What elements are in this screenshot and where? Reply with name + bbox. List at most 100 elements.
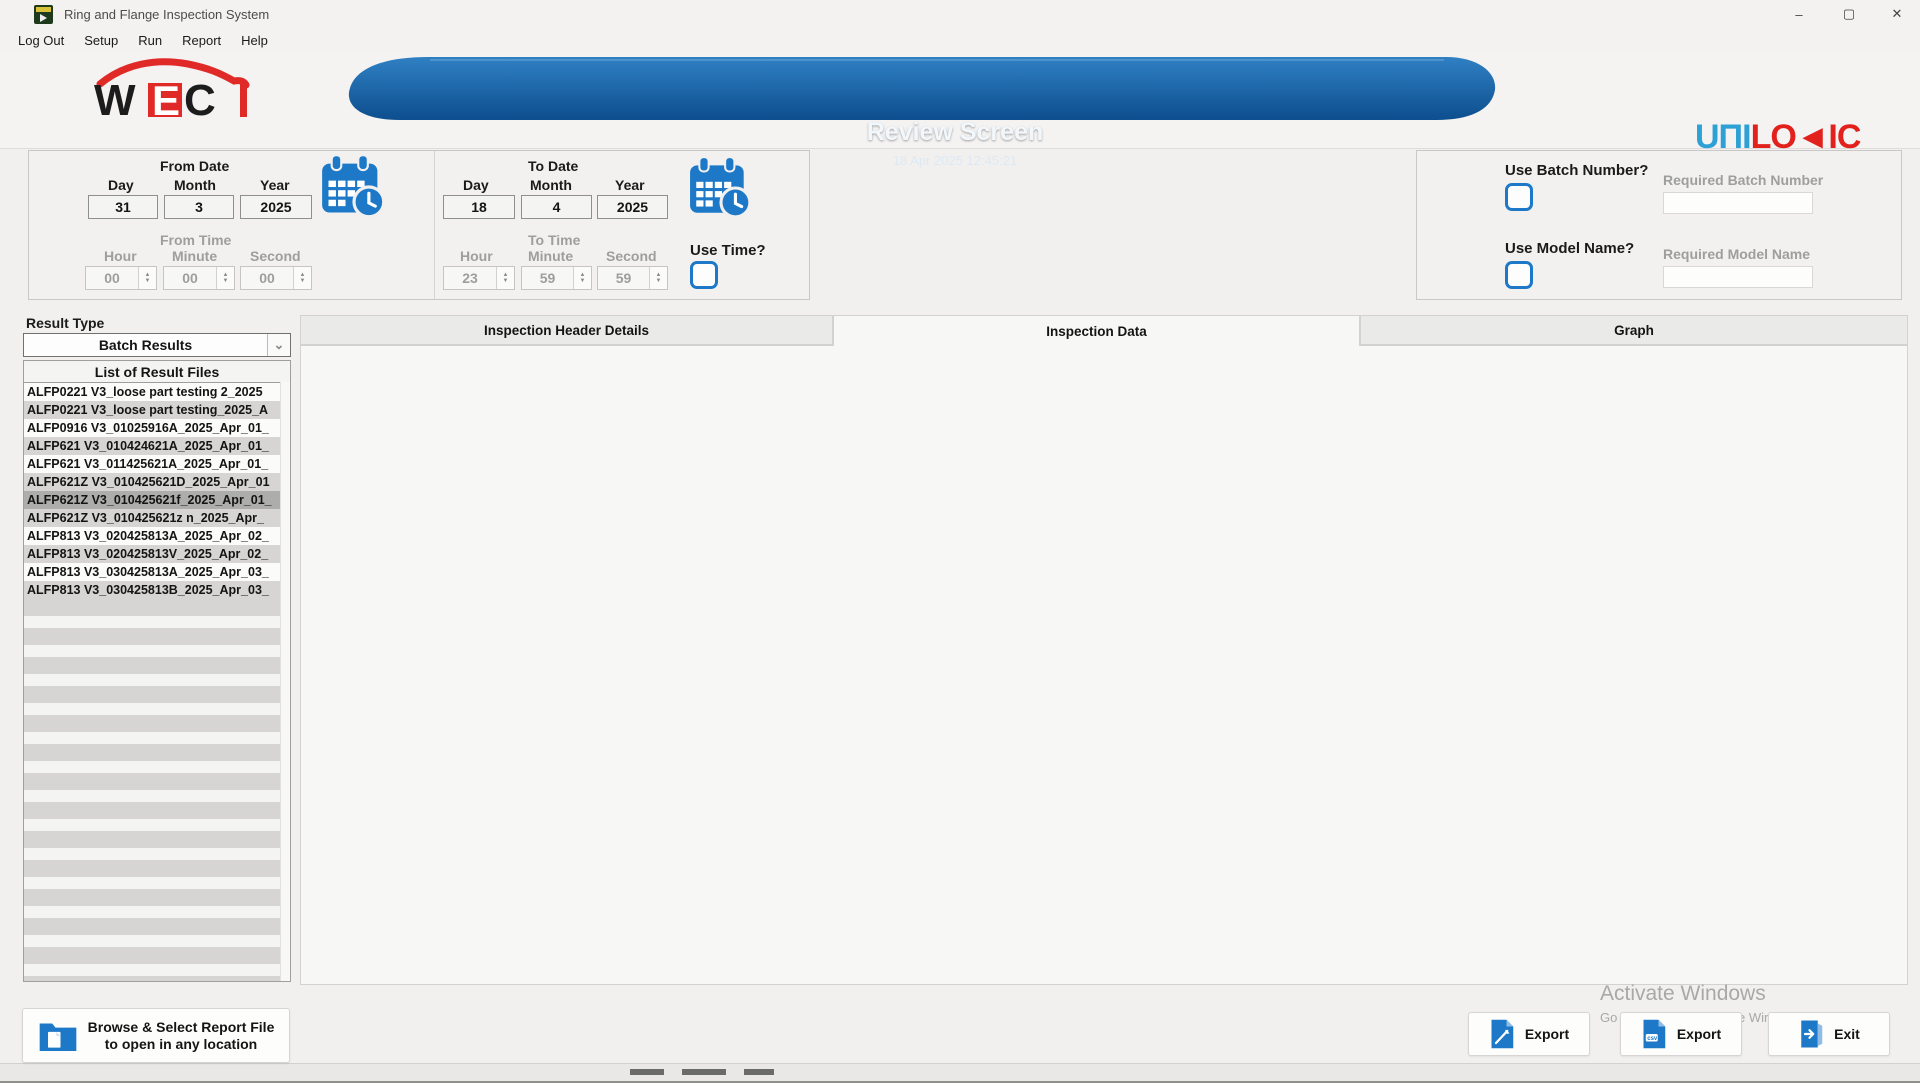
required-model-label: Required Model Name bbox=[1663, 246, 1810, 262]
csv-file-icon: csv bbox=[1641, 1019, 1667, 1049]
activate-windows-text: Activate Windows bbox=[1600, 982, 1766, 1006]
to-minute-spinner[interactable]: 59▲▼ bbox=[521, 266, 592, 290]
panel-divider bbox=[434, 151, 435, 299]
from-hour-spinner[interactable]: 00▲▼ bbox=[85, 266, 157, 290]
result-file-item[interactable]: ALFP621Z V3_010425621f_2025_Apr_01_ bbox=[24, 491, 290, 509]
exit-label: Exit bbox=[1834, 1026, 1860, 1042]
from-calendar-icon bbox=[320, 153, 388, 221]
from-day-label: Day bbox=[108, 177, 134, 193]
window-title: Ring and Flange Inspection System bbox=[64, 7, 269, 22]
result-file-item[interactable]: ALFP813 V3_030425813B_2025_Apr_03_ bbox=[24, 581, 290, 599]
use-model-label: Use Model Name? bbox=[1505, 240, 1634, 257]
title-bar: Ring and Flange Inspection System – ▢ ✕ bbox=[0, 0, 1920, 29]
required-batch-input[interactable] bbox=[1663, 192, 1813, 214]
background-window-fragment bbox=[744, 1069, 774, 1075]
spinner-arrows-icon[interactable]: ▲▼ bbox=[496, 267, 514, 289]
to-hour-label: Hour bbox=[460, 248, 493, 264]
required-batch-label: Required Batch Number bbox=[1663, 172, 1823, 188]
result-file-listbox: List of Result Files ALFP0221 V3_loose p… bbox=[23, 360, 291, 982]
to-time-label: To Time bbox=[528, 232, 580, 248]
from-day-field[interactable]: 31 bbox=[88, 195, 158, 219]
spinner-arrows-icon[interactable]: ▲▼ bbox=[573, 267, 591, 289]
required-model-input[interactable] bbox=[1663, 266, 1813, 288]
result-file-list: ALFP0221 V3_loose part testing 2_2025ALF… bbox=[24, 383, 290, 599]
to-minute-label: Minute bbox=[528, 248, 573, 264]
menu-item-help[interactable]: Help bbox=[231, 33, 278, 48]
exit-button[interactable]: Exit bbox=[1768, 1012, 1890, 1056]
tab-inspection-data[interactable]: Inspection Data bbox=[833, 315, 1360, 346]
to-calendar-icon bbox=[688, 155, 754, 221]
menu-item-report[interactable]: Report bbox=[172, 33, 231, 48]
use-model-checkbox[interactable] bbox=[1505, 261, 1533, 289]
from-year-label: Year bbox=[260, 177, 290, 193]
result-file-empty-rows bbox=[24, 599, 290, 982]
to-day-field[interactable]: 18 bbox=[443, 195, 515, 219]
tab-graph[interactable]: Graph bbox=[1360, 315, 1908, 345]
from-minute-label: Minute bbox=[172, 248, 217, 264]
menu-item-logout[interactable]: Log Out bbox=[8, 33, 74, 48]
to-hour-spinner[interactable]: 23▲▼ bbox=[443, 266, 515, 290]
app-icon bbox=[34, 5, 53, 24]
result-file-item[interactable]: ALFP621 V3_010424621A_2025_Apr_01_ bbox=[24, 437, 290, 455]
browse-report-button[interactable]: Browse & Select Report File to open in a… bbox=[22, 1008, 290, 1063]
app-window: { "window": { "title": "Ring and Flange … bbox=[0, 0, 1920, 1080]
from-month-label: Month bbox=[174, 177, 216, 193]
from-second-spinner[interactable]: 00▲▼ bbox=[240, 266, 312, 290]
spinner-arrows-icon[interactable]: ▲▼ bbox=[216, 267, 234, 289]
result-file-item[interactable]: ALFP813 V3_020425813A_2025_Apr_02_ bbox=[24, 527, 290, 545]
export-csv-label: Export bbox=[1677, 1026, 1721, 1042]
spinner-arrows-icon[interactable]: ▲▼ bbox=[293, 267, 311, 289]
svg-text:csv: csv bbox=[1647, 1036, 1658, 1042]
browse-label-line1: Browse & Select Report File bbox=[88, 1019, 275, 1035]
folder-icon bbox=[38, 1019, 78, 1053]
result-file-item[interactable]: ALFP0221 V3_loose part testing_2025_A bbox=[24, 401, 290, 419]
from-date-label: From Date bbox=[160, 158, 229, 174]
export-pdf-label: Export bbox=[1525, 1026, 1569, 1042]
menu-item-run[interactable]: Run bbox=[128, 33, 172, 48]
minimize-button[interactable]: – bbox=[1776, 0, 1822, 28]
result-file-list-header: List of Result Files bbox=[24, 361, 290, 383]
export-pdf-button[interactable]: Export bbox=[1468, 1012, 1590, 1056]
from-month-field[interactable]: 3 bbox=[164, 195, 234, 219]
to-month-label: Month bbox=[530, 177, 572, 193]
from-second-label: Second bbox=[250, 248, 301, 264]
menu-item-setup[interactable]: Setup bbox=[74, 33, 128, 48]
banner-shape bbox=[0, 54, 1920, 124]
to-date-label: To Date bbox=[528, 158, 578, 174]
from-year-field[interactable]: 2025 bbox=[240, 195, 312, 219]
browse-label-line2: to open in any location bbox=[105, 1036, 257, 1052]
maximize-button[interactable]: ▢ bbox=[1826, 0, 1872, 28]
result-file-item[interactable]: ALFP621 V3_011425621A_2025_Apr_01_ bbox=[24, 455, 290, 473]
file-list-scrollbar[interactable] bbox=[280, 382, 290, 981]
chevron-down-icon[interactable]: ⌄ bbox=[267, 334, 290, 356]
spinner-arrows-icon[interactable]: ▲▼ bbox=[138, 267, 156, 289]
to-month-field[interactable]: 4 bbox=[521, 195, 592, 219]
result-file-item[interactable]: ALFP0221 V3_loose part testing 2_2025 bbox=[24, 383, 290, 401]
spinner-arrows-icon[interactable]: ▲▼ bbox=[649, 267, 667, 289]
to-year-label: Year bbox=[615, 177, 645, 193]
result-file-item[interactable]: ALFP813 V3_020425813V_2025_Apr_02_ bbox=[24, 545, 290, 563]
page-title: Review Screen bbox=[620, 118, 1290, 147]
close-button[interactable]: ✕ bbox=[1874, 0, 1920, 28]
to-day-label: Day bbox=[463, 177, 489, 193]
menu-bar: Log Out Setup Run Report Help bbox=[0, 28, 1920, 52]
export-csv-button[interactable]: csv Export bbox=[1620, 1012, 1742, 1056]
result-type-dropdown[interactable]: Batch Results ⌄ bbox=[23, 333, 291, 357]
from-time-label: From Time bbox=[160, 232, 231, 248]
background-window-strip bbox=[0, 1063, 1920, 1083]
use-time-checkbox[interactable] bbox=[690, 261, 718, 289]
header: W E C Passion For Excellence Review Scre… bbox=[0, 52, 1920, 149]
result-file-item[interactable]: ALFP0916 V3_01025916A_2025_Apr_01_ bbox=[24, 419, 290, 437]
pdf-file-icon bbox=[1489, 1019, 1515, 1049]
to-second-spinner[interactable]: 59▲▼ bbox=[597, 266, 668, 290]
use-batch-checkbox[interactable] bbox=[1505, 183, 1533, 211]
from-minute-spinner[interactable]: 00▲▼ bbox=[163, 266, 235, 290]
tab-inspection-header-details[interactable]: Inspection Header Details bbox=[300, 315, 833, 345]
result-file-item[interactable]: ALFP813 V3_030425813A_2025_Apr_03_ bbox=[24, 563, 290, 581]
to-year-field[interactable]: 2025 bbox=[597, 195, 668, 219]
batch-model-panel bbox=[1416, 150, 1902, 300]
use-time-label: Use Time? bbox=[690, 242, 766, 259]
use-batch-label: Use Batch Number? bbox=[1505, 162, 1648, 179]
result-file-item[interactable]: ALFP621Z V3_010425621z n_2025_Apr_ bbox=[24, 509, 290, 527]
result-file-item[interactable]: ALFP621Z V3_010425621D_2025_Apr_01 bbox=[24, 473, 290, 491]
